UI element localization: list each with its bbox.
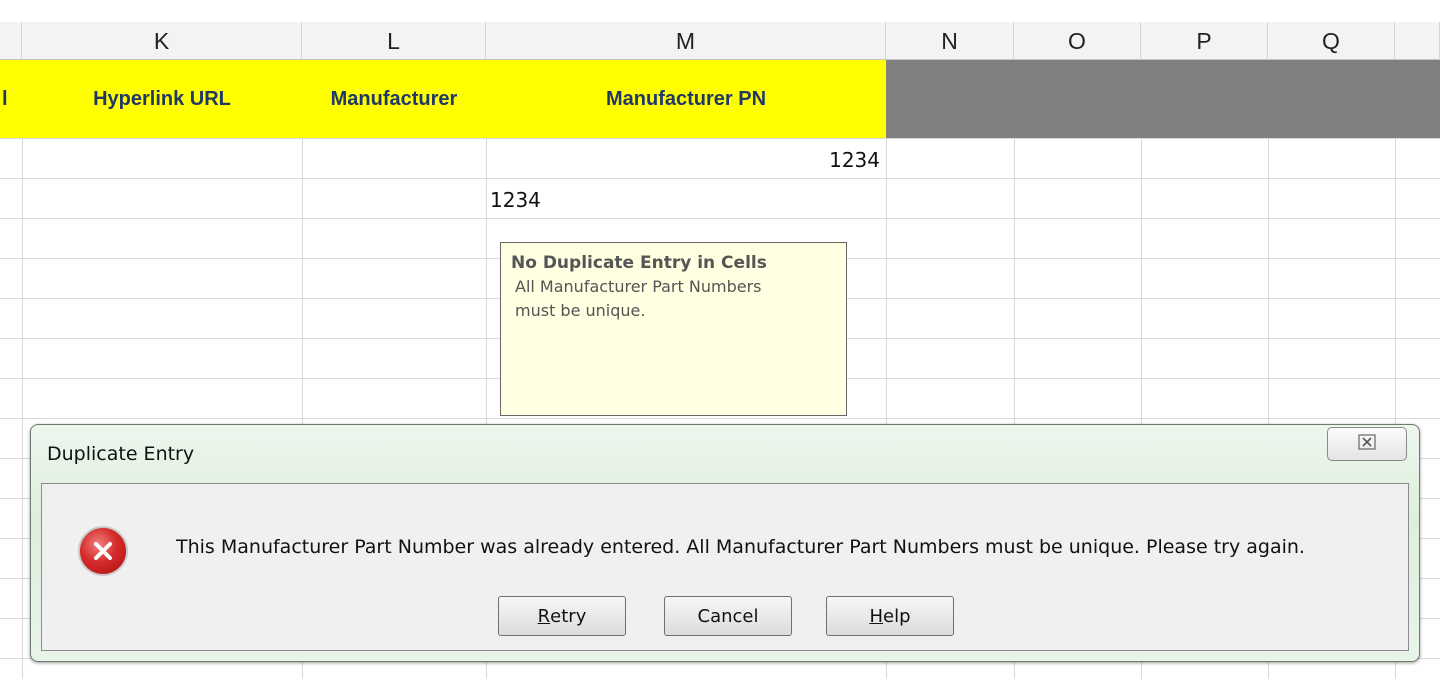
error-x-icon [78, 526, 128, 576]
note-line-1: All Manufacturer Part Numbers [515, 277, 762, 296]
note-title: No Duplicate Entry in Cells [511, 253, 767, 273]
dialog-body: This Manufacturer Part Number was alread… [41, 483, 1409, 651]
help-button[interactable]: Help [826, 596, 954, 636]
help-accelerator: H [869, 605, 884, 627]
column-header-l[interactable]: L [302, 22, 486, 60]
close-button[interactable] [1327, 427, 1407, 461]
input-message-note: No Duplicate Entry in Cells All Manufact… [500, 242, 847, 416]
column-header-p[interactable]: P [1141, 22, 1268, 60]
cell-m-row1[interactable]: 1234 [829, 148, 880, 172]
retry-button[interactable]: Retry [498, 596, 626, 636]
column-header-next[interactable] [1395, 22, 1440, 60]
note-line-2: must be unique. [515, 301, 646, 320]
cancel-button[interactable]: Cancel [664, 596, 792, 636]
help-label: elp [883, 605, 911, 627]
column-header-q[interactable]: Q [1268, 22, 1395, 60]
duplicate-entry-dialog: Duplicate Entry This Manufacturer Part N… [30, 424, 1420, 662]
column-header-k[interactable]: K [22, 22, 302, 60]
note-body: All Manufacturer Part Numbers must be un… [511, 275, 836, 323]
column-header-n[interactable]: N [886, 22, 1014, 60]
header-cell-hyperlink-url[interactable]: Hyperlink URL [22, 60, 302, 138]
cell-m-row2[interactable]: 1234 [490, 188, 541, 212]
dialog-title: Duplicate Entry [47, 443, 195, 465]
ribbon-strip [0, 0, 1440, 22]
retry-accelerator: R [537, 605, 551, 627]
header-cell-grey-block[interactable] [886, 60, 1440, 138]
retry-label: etry [550, 605, 587, 627]
header-cell-manufacturer[interactable]: Manufacturer [302, 60, 486, 138]
column-header-m[interactable]: M [486, 22, 886, 60]
header-cell-manufacturer-pn[interactable]: Manufacturer PN [486, 60, 886, 138]
dialog-message: This Manufacturer Part Number was alread… [176, 536, 1305, 558]
cancel-label: Cancel [697, 605, 759, 627]
header-cell-partial[interactable]: l [0, 60, 22, 138]
column-header-o[interactable]: O [1014, 22, 1141, 60]
column-header-partial[interactable] [0, 22, 22, 60]
close-icon [1358, 433, 1376, 455]
